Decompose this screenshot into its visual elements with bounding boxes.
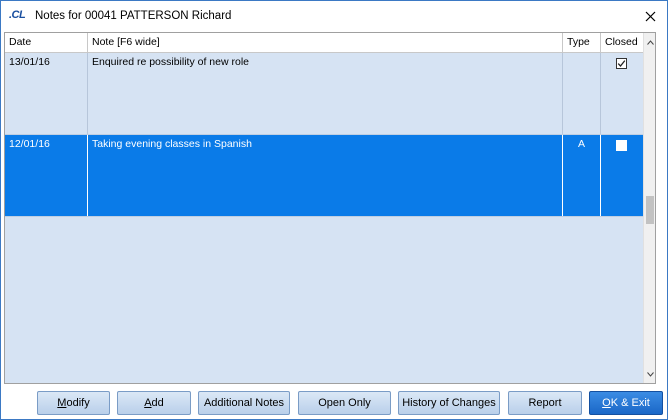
open-only-button[interactable]: Open Only (298, 391, 391, 415)
notes-grid[interactable]: Date Note [F6 wide] Type Closed 13/01/16… (4, 32, 656, 384)
row-closed-cell (601, 135, 643, 216)
row-type (563, 53, 601, 134)
modify-accelerator: M (57, 397, 67, 409)
add-label: dd (151, 397, 164, 409)
add-accelerator: A (144, 397, 152, 409)
column-header-date[interactable]: Date (5, 33, 88, 53)
button-bar: Modify Add Additional Notes Open Only Hi… (1, 387, 667, 419)
notes-window: .CL Notes for 00041 PATTERSON Richard Da… (0, 0, 668, 420)
modify-label: odify (66, 397, 90, 409)
modify-button[interactable]: Modify (37, 391, 110, 415)
row-note[interactable]: Enquired re possibility of new role (88, 53, 563, 134)
grid-rows: 13/01/16 Enquired re possibility of new … (5, 53, 643, 383)
history-of-changes-button[interactable]: History of Changes (398, 391, 500, 415)
scroll-up-button[interactable] (644, 35, 655, 49)
additional-notes-button[interactable]: Additional Notes (198, 391, 290, 415)
ok-exit-label: K & Exit (610, 397, 650, 409)
row-note[interactable]: Taking evening classes in Spanish (88, 135, 563, 216)
ok-exit-button[interactable]: OK & Exit (589, 391, 663, 415)
chevron-down-icon (646, 371, 654, 377)
row-type: A (563, 135, 601, 216)
scroll-down-button[interactable] (644, 367, 655, 381)
scroll-thumb[interactable] (646, 196, 654, 224)
column-header-type[interactable]: Type (563, 33, 601, 53)
table-row[interactable]: 13/01/16 Enquired re possibility of new … (5, 53, 643, 135)
row-closed-cell (601, 53, 643, 134)
ok-exit-accelerator: O (602, 397, 611, 409)
close-icon (645, 11, 655, 21)
grid-header: Date Note [F6 wide] Type Closed (5, 33, 643, 53)
column-header-note[interactable]: Note [F6 wide] (88, 33, 563, 53)
column-header-closed[interactable]: Closed (601, 33, 643, 53)
closed-checkbox[interactable] (616, 58, 627, 69)
vertical-scrollbar[interactable] (643, 33, 655, 383)
app-logo: .CL (9, 9, 33, 23)
title-bar: .CL Notes for 00041 PATTERSON Richard (1, 1, 667, 31)
closed-checkbox[interactable] (616, 140, 627, 151)
window-title: Notes for 00041 PATTERSON Richard (35, 10, 232, 22)
row-date: 12/01/16 (5, 135, 88, 216)
row-date: 13/01/16 (5, 53, 88, 134)
checkmark-icon (617, 60, 626, 67)
table-row[interactable]: 12/01/16 Taking evening classes in Spani… (5, 135, 643, 217)
report-button[interactable]: Report (508, 391, 582, 415)
add-button[interactable]: Add (117, 391, 191, 415)
close-button[interactable] (637, 5, 663, 27)
app-logo-text: .CL (9, 9, 26, 21)
chevron-up-icon (646, 39, 654, 45)
